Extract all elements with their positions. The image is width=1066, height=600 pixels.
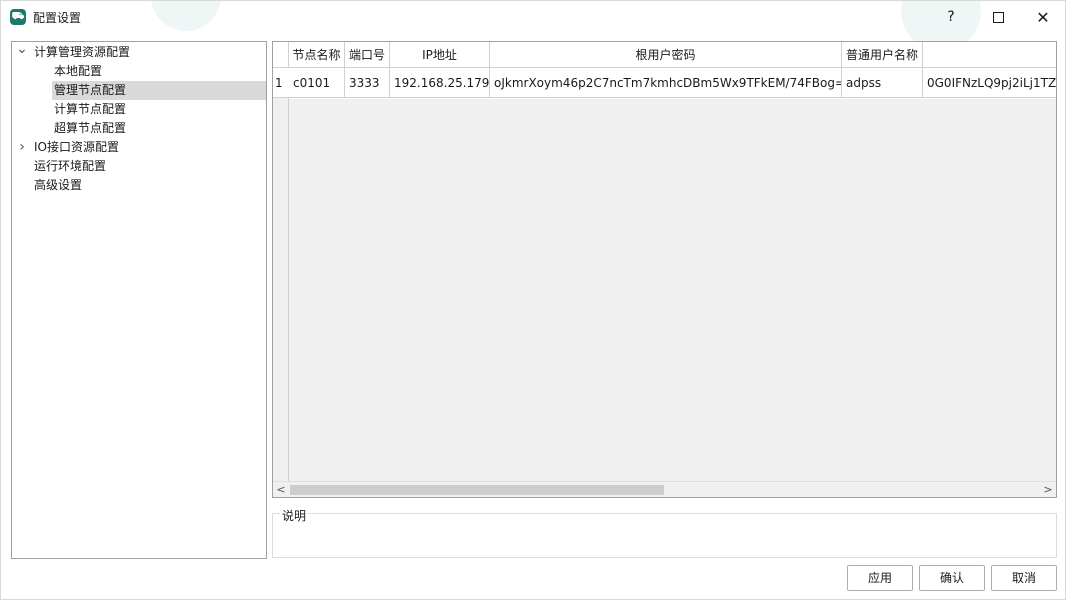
- config-tree[interactable]: ⌄ 计算管理资源配置本地配置管理节点配置 计算节点配置 超算节点配置 › IO接口资源配置…: [11, 41, 267, 559]
- table-cell[interactable]: 192.168.25.179: [390, 68, 490, 98]
- row-header-column: [273, 68, 289, 483]
- scroll-right-icon[interactable]: >: [1040, 482, 1056, 497]
- column-header[interactable]: 普通用户名称: [842, 42, 923, 68]
- table-empty-area: [289, 99, 1056, 481]
- tree-item-label: 运行环境配置: [34, 159, 107, 173]
- chevron-right-icon[interactable]: ›: [15, 138, 29, 156]
- tree-item-label: 超算节点配置: [54, 121, 127, 135]
- row-number[interactable]: 1: [273, 68, 289, 98]
- table-corner: [273, 42, 289, 68]
- chevron-down-icon[interactable]: ⌄: [15, 42, 29, 56]
- tree-item[interactable]: 超算节点配置: [12, 119, 266, 138]
- table-cell[interactable]: adpss: [842, 68, 923, 98]
- tree-item-label: 计算节点配置: [54, 102, 127, 116]
- tree-item[interactable]: 高级设置: [12, 176, 266, 195]
- column-header[interactable]: 端口号: [345, 42, 390, 68]
- table-header: 节点名称端口号IP地址根用户密码普通用户名称普: [273, 42, 1056, 68]
- config-settings-window: ⛟ 配置设置 ? ✕ ⌄ 计算管理资源配置本地配置管理节点配置 计算节点配置 超算节点…: [0, 0, 1066, 600]
- tree-item-label: IO接口资源配置: [34, 140, 119, 154]
- tree-item-label: 计算管理资源配置: [34, 45, 131, 59]
- table-cell[interactable]: oJkmrXoym46p2C7ncTm7kmhcDBm5Wx9TFkEM/74F…: [490, 68, 842, 98]
- horizontal-scrollbar[interactable]: < >: [273, 481, 1056, 497]
- window-title: 配置设置: [33, 11, 82, 25]
- tree-item[interactable]: ⌄ 计算管理资源配置: [12, 42, 266, 62]
- maximize-icon: [992, 11, 1004, 23]
- tree-item[interactable]: › IO接口资源配置: [12, 138, 266, 157]
- column-header[interactable]: 根用户密码: [490, 42, 842, 68]
- node-table[interactable]: 节点名称端口号IP地址根用户密码普通用户名称普 1c01013333192.16…: [272, 41, 1057, 498]
- close-icon: ✕: [1036, 7, 1050, 27]
- column-header[interactable]: 节点名称: [289, 42, 345, 68]
- column-header[interactable]: 普: [923, 42, 1056, 68]
- table-cell[interactable]: 0G0IFNzLQ9pj2iLj1TZY: [923, 68, 1056, 98]
- apply-button[interactable]: 应用: [847, 565, 913, 591]
- tree-item-label: 本地配置: [54, 64, 103, 78]
- tree-item[interactable]: 运行环境配置: [12, 157, 266, 176]
- tree-item-label: 高级设置: [34, 178, 83, 192]
- table-cell[interactable]: 3333: [345, 68, 390, 98]
- tree-item[interactable]: 本地配置: [12, 62, 266, 81]
- column-header[interactable]: IP地址: [390, 42, 490, 68]
- description-label: 说明: [280, 507, 309, 524]
- table-cell[interactable]: c0101: [289, 68, 345, 98]
- help-button[interactable]: ?: [931, 1, 971, 33]
- maximize-button[interactable]: [978, 1, 1018, 33]
- tree-item[interactable]: 计算节点配置: [12, 100, 266, 119]
- app-icon: ⛟: [10, 9, 26, 25]
- table-row[interactable]: 1 c0101 3333 192.168.25.179 oJkmrXoym46p2C7n…: [273, 68, 1056, 98]
- tree-item-label: 管理节点配置: [54, 83, 127, 97]
- close-button[interactable]: ✕: [1023, 1, 1063, 33]
- tree-item[interactable]: 管理节点配置: [52, 81, 266, 100]
- description-box: [272, 513, 1057, 558]
- scrollbar-thumb[interactable]: [290, 485, 664, 495]
- help-icon: ?: [947, 9, 955, 25]
- cancel-button[interactable]: 取消: [991, 565, 1057, 591]
- scroll-left-icon[interactable]: <: [273, 482, 289, 497]
- confirm-button[interactable]: 确认: [919, 565, 985, 591]
- title-bar: ⛟ 配置设置 ? ✕: [1, 1, 1065, 33]
